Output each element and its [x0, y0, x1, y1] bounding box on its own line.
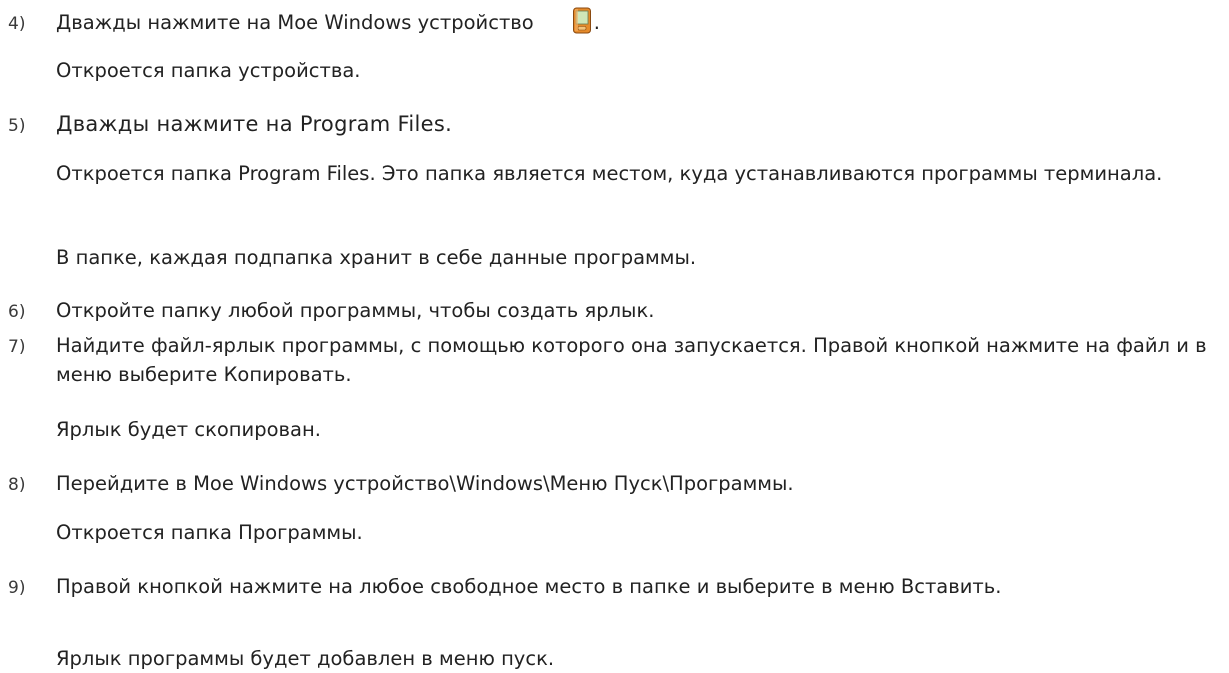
step-5-note: В папке, каждая подпапка хранит в себе д… — [56, 246, 697, 269]
step-5-result: Откроется папка Program Files. Это папка… — [56, 162, 1163, 185]
step-4-result: Откроется папка устройства. — [56, 59, 361, 82]
step-number: 7) — [8, 337, 26, 357]
step-number: 9) — [8, 578, 26, 598]
step-text-end: . — [593, 11, 600, 34]
step-6: 6) Откройте папку любой программы, чтобы … — [8, 297, 1208, 326]
step-number: 8) — [8, 475, 26, 495]
step-7: 7) Найдите файл-ярлык программы, с помощь… — [8, 332, 1221, 388]
step-number: 4) — [8, 14, 26, 34]
step-8-result: Откроется папка Программы. — [56, 521, 363, 544]
windows-mobile-device-icon — [572, 7, 592, 42]
step-text: Правой кнопкой нажмите на любое свободно… — [56, 575, 1002, 598]
step-number: 5) — [8, 116, 26, 136]
step-4: 4) Дважды нажмите на Мое Windows устройст… — [8, 7, 1208, 42]
step-8: 8) Перейдите в Мое Windows устройство\Win… — [8, 470, 1208, 499]
step-text: Перейдите в Мое Windows устройство\Windo… — [56, 472, 794, 495]
step-9-result: Ярлык программы будет добавлен в меню пу… — [56, 647, 555, 670]
step-text: Найдите файл-ярлык программы, с помощью … — [56, 334, 1207, 386]
instruction-document: 4) Дважды нажмите на Мое Windows устройст… — [0, 0, 1229, 673]
step-number: 6) — [8, 302, 26, 322]
step-5: 5) Дважды нажмите на Program Files. — [8, 111, 1208, 140]
step-text: Дважды нажмите на Мое Windows устройство — [56, 11, 534, 34]
step-text: Дважды нажмите на Program Files. — [56, 112, 453, 136]
step-7-result: Ярлык будет скопирован. — [56, 418, 321, 441]
step-9: 9) Правой кнопкой нажмите на любое свобод… — [8, 573, 1221, 602]
step-text: Откройте папку любой программы, чтобы со… — [56, 299, 655, 322]
